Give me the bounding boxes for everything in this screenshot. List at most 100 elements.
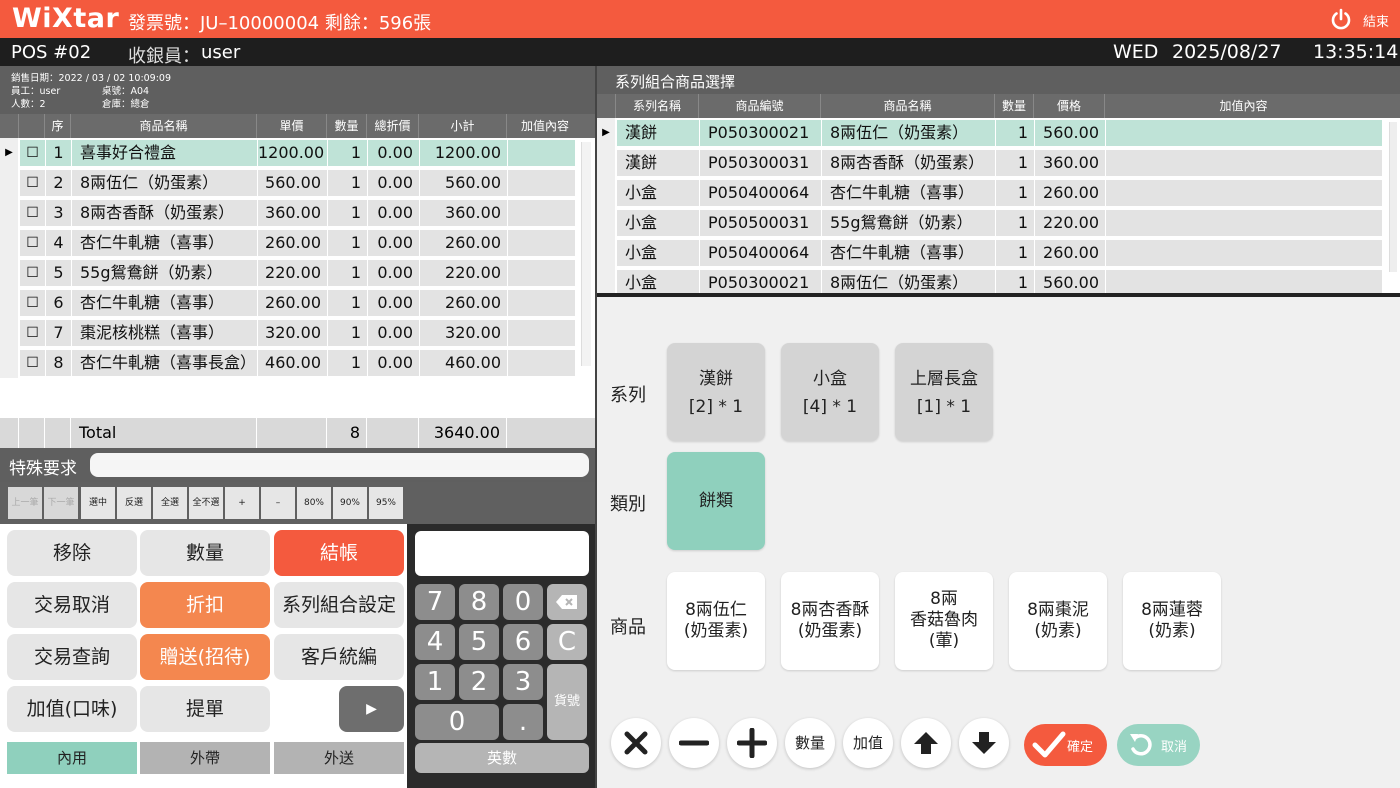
increase-button[interactable] (727, 718, 777, 768)
order-row[interactable]: ▶ ☐ 1 喜事好合禮盒 1200.00 1 0.00 1200.00 (0, 138, 578, 168)
order-cell-seq: 3 (46, 200, 71, 226)
combo-row[interactable]: 小盒 P050300021 8兩伍仁（奶蛋素） 1 560.00 (597, 268, 1382, 293)
combo-row[interactable]: ▶ 漢餅 P050300021 8兩伍仁（奶蛋素） 1 560.00 (597, 118, 1382, 148)
invert-select-button[interactable]: 反選 (117, 487, 151, 519)
dine-in-tab[interactable]: 內用 (7, 742, 137, 774)
delivery-tab[interactable]: 外送 (274, 742, 404, 774)
combo-row[interactable]: 小盒 P050400064 杏仁牛軋糖（喜事） 1 260.00 (597, 178, 1382, 208)
series-tile-upper-long-box[interactable]: 上層長盒 [1] * 1 (895, 343, 993, 441)
combo-setting-button[interactable]: 系列組合設定 (274, 582, 404, 628)
checkout-button[interactable]: 結帳 (274, 530, 404, 576)
goods-tile-mushroom-pork[interactable]: 8兩 香菇魯肉 (葷) (895, 572, 993, 670)
delete-button[interactable] (611, 718, 661, 768)
arrow-up-icon (914, 732, 938, 754)
cancel-transaction-button[interactable]: 交易取消 (7, 582, 137, 628)
key-6[interactable]: 6 (503, 624, 543, 660)
order-cell-qty: 1 (328, 200, 367, 226)
key-0[interactable]: 0 (415, 704, 499, 740)
key-1[interactable]: 1 (415, 664, 455, 700)
more-button[interactable]: ▶ (339, 686, 404, 732)
backspace-key[interactable] (547, 584, 587, 620)
sale-table: 桌號：A04 (102, 86, 150, 97)
special-request-input[interactable] (90, 453, 589, 477)
order-row[interactable]: ☐ 8 杏仁牛軋糖（喜事長盒） 460.00 1 0.00 460.00 (0, 348, 578, 378)
combo-row[interactable]: 小盒 P050400064 杏仁牛軋糖（喜事） 1 260.00 (597, 238, 1382, 268)
keypad-display[interactable] (415, 531, 589, 576)
goods-tile-wuren[interactable]: 8兩伍仁 (奶蛋素) (667, 572, 765, 670)
combo-cell-series: 小盒 (617, 270, 699, 293)
key-3[interactable]: 3 (503, 664, 543, 700)
addon-button[interactable]: 加值(口味) (7, 686, 137, 732)
deselect-all-button[interactable]: 全不選 (189, 487, 223, 519)
order-cell-disc: 0.00 (368, 230, 419, 256)
goods-tile-xingxiangsu[interactable]: 8兩杏香酥 (奶蛋素) (781, 572, 879, 670)
selector-addon-button[interactable]: 加值 (843, 718, 893, 768)
key-2[interactable]: 2 (459, 664, 499, 700)
decrease-button[interactable] (669, 718, 719, 768)
goods-tile-lotus-paste[interactable]: 8兩蓮蓉 (奶素) (1123, 572, 1221, 670)
order-row[interactable]: ☐ 2 8兩伍仁（奶蛋素） 560.00 1 0.00 560.00 (0, 168, 578, 198)
series-tile-hanbing[interactable]: 漢餅 [2] * 1 (667, 343, 765, 441)
discount-95-button[interactable]: 95% (369, 487, 403, 519)
key-8[interactable]: 8 (459, 584, 499, 620)
confirm-button[interactable]: 確定 (1024, 724, 1107, 766)
order-row[interactable]: ☐ 4 杏仁牛軋糖（喜事） 260.00 1 0.00 260.00 (0, 228, 578, 258)
selector-quantity-button[interactable]: 數量 (785, 718, 835, 768)
select-all-button[interactable]: 全選 (153, 487, 187, 519)
order-table-header: 序 商品名稱 單價 數量 總折價 小計 加值內容 (0, 114, 595, 138)
move-up-button[interactable] (901, 718, 951, 768)
order-scrollbar[interactable] (581, 142, 591, 366)
select-button[interactable]: 選中 (81, 487, 115, 519)
power-icon[interactable] (1330, 8, 1352, 30)
category-label: 類別 (610, 494, 646, 515)
order-row[interactable]: ☐ 7 棗泥核桃糕（喜事） 320.00 1 0.00 320.00 (0, 318, 578, 348)
row-checkbox[interactable]: ☐ (20, 230, 45, 256)
row-checkbox[interactable]: ☐ (20, 320, 45, 346)
discount-button[interactable]: 折扣 (140, 582, 270, 628)
row-checkbox[interactable]: ☐ (20, 260, 45, 286)
order-row[interactable]: ☐ 6 杏仁牛軋糖（喜事） 260.00 1 0.00 260.00 (0, 288, 578, 318)
category-tile-pastry[interactable]: 餅類 (667, 452, 765, 550)
row-checkbox[interactable]: ☐ (20, 350, 45, 376)
row-checkbox[interactable]: ☐ (20, 290, 45, 316)
action-panel: 移除 數量 結帳 交易取消 折扣 系列組合設定 交易查詢 贈送(招待) 客戶統編… (0, 524, 407, 788)
discount-80-button[interactable]: 80% (297, 487, 331, 519)
row-checkbox[interactable]: ☐ (20, 200, 45, 226)
takeout-tab[interactable]: 外帶 (140, 742, 270, 774)
combo-row[interactable]: 漢餅 P050300031 8兩杏香酥（奶蛋素） 1 360.00 (597, 148, 1382, 178)
key-0-top[interactable]: 0 (503, 584, 543, 620)
combo-row[interactable]: 小盒 P050500031 55g鴛鴦餅（奶素） 1 220.00 (597, 208, 1382, 238)
col-subtotal: 小計 (419, 114, 507, 138)
remove-button[interactable]: 移除 (7, 530, 137, 576)
discount-90-button[interactable]: 90% (333, 487, 367, 519)
cancel-button[interactable]: 取消 (1117, 724, 1200, 766)
key-7[interactable]: 7 (415, 584, 455, 620)
top-bar: WiXtar 發票號：JU–10000004 剩餘：596張 結束 (0, 0, 1400, 38)
order-cell-subtotal: 260.00 (420, 290, 507, 316)
order-row[interactable]: ☐ 3 8兩杏香酥（奶蛋素） 360.00 1 0.00 360.00 (0, 198, 578, 228)
minus-button[interactable]: – (261, 487, 295, 519)
key-dot[interactable]: . (503, 704, 543, 740)
combo-scrollbar[interactable] (1389, 122, 1397, 272)
customer-id-button[interactable]: 客戶統編 (274, 634, 404, 680)
pickup-button[interactable]: 提單 (140, 686, 270, 732)
row-checkbox[interactable]: ☐ (20, 170, 45, 196)
gift-button[interactable]: 贈送(招待) (140, 634, 270, 680)
plus-button[interactable]: + (225, 487, 259, 519)
exit-button[interactable]: 結束 (1363, 11, 1389, 30)
combo-cell-name: 8兩杏香酥（奶蛋素） (822, 150, 995, 176)
order-row[interactable]: ☐ 5 55g鴛鴦餅（奶素） 220.00 1 0.00 220.00 (0, 258, 578, 288)
key-4[interactable]: 4 (415, 624, 455, 660)
row-checkbox[interactable]: ☐ (20, 140, 45, 166)
alnum-key[interactable]: 英數 (415, 743, 589, 773)
goods-number-key[interactable]: 貨號 (547, 664, 587, 740)
prev-record-button[interactable]: 上一筆 (8, 487, 42, 519)
next-record-button[interactable]: 下一筆 (44, 487, 78, 519)
query-transaction-button[interactable]: 交易查詢 (7, 634, 137, 680)
key-5[interactable]: 5 (459, 624, 499, 660)
goods-tile-date-paste[interactable]: 8兩棗泥 (奶素) (1009, 572, 1107, 670)
series-tile-small-box[interactable]: 小盒 [4] * 1 (781, 343, 879, 441)
quantity-button[interactable]: 數量 (140, 530, 270, 576)
clear-key[interactable]: C (547, 624, 587, 660)
move-down-button[interactable] (959, 718, 1009, 768)
